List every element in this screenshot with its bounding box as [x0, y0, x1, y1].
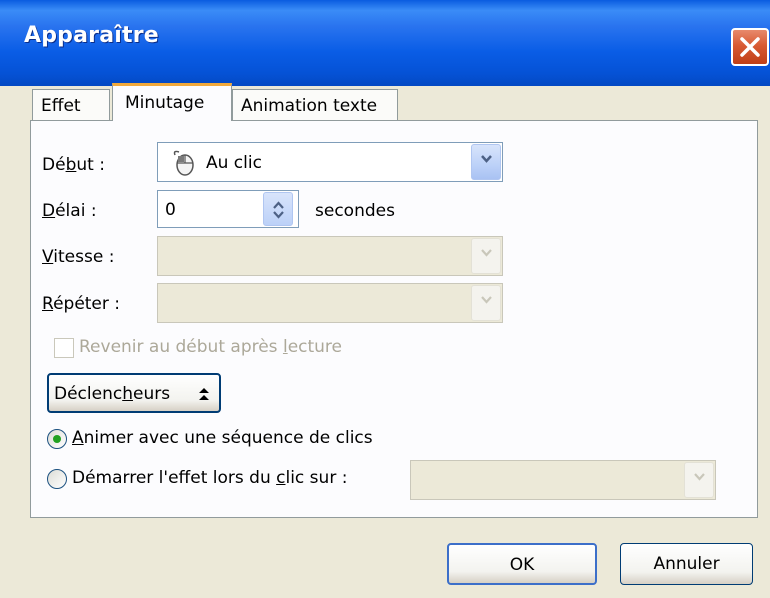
chevron-down-icon: [481, 296, 492, 304]
window-title: Apparaître: [24, 23, 159, 48]
collapse-icon: [199, 388, 209, 400]
chevron-down-icon: [694, 473, 705, 481]
tab-label: Minutage: [125, 93, 205, 113]
delai-stepper[interactable]: 0: [157, 190, 299, 228]
animer-sequence-label: Animer avec une séquence de clics: [72, 428, 373, 448]
revenir-checkbox[interactable]: [54, 338, 74, 358]
demarrer-clic-label: Démarrer l'effet lors du clic sur :: [72, 468, 348, 488]
delai-spin-buttons[interactable]: [263, 192, 293, 226]
close-button[interactable]: [731, 28, 769, 66]
vitesse-select[interactable]: [157, 236, 503, 276]
delai-label: Délai :: [42, 201, 97, 221]
demarrer-clic-dropdown-button[interactable]: [684, 462, 714, 498]
vitesse-dropdown-button[interactable]: [471, 238, 501, 274]
debut-select[interactable]: Au clic: [157, 142, 503, 182]
ok-label: OK: [509, 555, 535, 575]
spin-arrows-icon: [273, 201, 284, 219]
repeter-label: Répéter :: [42, 294, 121, 314]
demarrer-clic-radio[interactable]: [47, 469, 67, 489]
animer-sequence-radio[interactable]: [47, 429, 67, 449]
tab-label: Animation texte: [241, 96, 378, 116]
chevron-down-icon: [481, 249, 492, 257]
tab-label: Effet: [41, 96, 81, 116]
dialog-window: Apparaître Effet Minutage Animation text…: [0, 0, 770, 598]
delai-unit: secondes: [315, 201, 395, 221]
radio-dot: [53, 435, 61, 443]
debut-label: Début :: [42, 155, 105, 175]
declencheurs-button[interactable]: Déclencheurs: [47, 373, 221, 413]
revenir-label: Revenir au début après lecture: [79, 337, 343, 357]
debut-dropdown-button[interactable]: [471, 144, 501, 180]
mouse-icon: [173, 150, 194, 176]
chevron-down-icon: [481, 155, 492, 163]
ok-button[interactable]: OK: [447, 543, 597, 585]
delai-value: 0: [165, 200, 176, 220]
cancel-label: Annuler: [653, 554, 720, 574]
tab-animation-texte[interactable]: Animation texte: [232, 89, 398, 121]
demarrer-clic-select[interactable]: [410, 460, 716, 500]
tab-effet[interactable]: Effet: [32, 89, 110, 121]
tab-minutage[interactable]: Minutage: [112, 83, 232, 121]
declencheurs-label: Déclencheurs: [54, 384, 171, 404]
repeter-dropdown-button[interactable]: [471, 285, 501, 321]
debut-value: Au clic: [206, 153, 262, 173]
title-bar: Apparaître: [0, 0, 770, 86]
close-icon: [740, 37, 760, 57]
vitesse-label: Vitesse :: [42, 247, 115, 267]
cancel-button[interactable]: Annuler: [620, 543, 753, 585]
repeter-select[interactable]: [157, 283, 503, 323]
